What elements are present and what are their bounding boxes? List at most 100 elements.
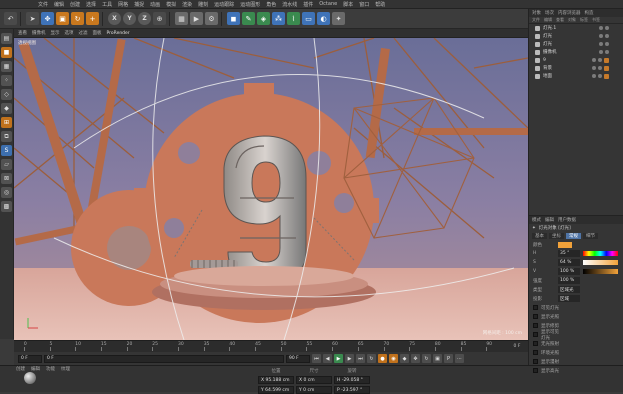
viewport-menu-item[interactable]: 面板: [93, 30, 102, 36]
checkbox[interactable]: [533, 323, 538, 328]
menu-item[interactable]: 工具: [102, 1, 112, 8]
object-manager-menu-item[interactable]: 标签: [580, 17, 588, 23]
material-tag-icon[interactable]: [604, 73, 609, 79]
render-view-icon[interactable]: ▦: [175, 12, 188, 25]
end-frame-field[interactable]: 90 F: [286, 354, 310, 363]
record-icon[interactable]: ●: [378, 354, 387, 363]
goto-start-icon[interactable]: ⏮: [312, 354, 321, 363]
attribute-value-field[interactable]: 64 %: [558, 259, 580, 266]
object-list-item[interactable]: 背景: [529, 64, 623, 72]
scale-tool-icon[interactable]: ▣: [56, 12, 69, 25]
camera-icon[interactable]: ◐: [317, 12, 330, 25]
visibility-dots[interactable]: [592, 65, 623, 71]
frame-range-slider[interactable]: 0 F: [44, 354, 284, 363]
z-axis-toggle[interactable]: Z: [138, 12, 151, 25]
attribute-value-field[interactable]: 区域: [558, 295, 580, 302]
checkbox[interactable]: [533, 368, 538, 373]
attribute-subtab[interactable]: 基本: [532, 233, 547, 239]
editor-visibility-dot[interactable]: [599, 26, 603, 30]
play-icon[interactable]: ▶: [334, 354, 343, 363]
workplane-icon[interactable]: S: [1, 145, 12, 156]
render-picture-icon[interactable]: ▶: [190, 12, 203, 25]
object-list-item[interactable]: 灯光: [529, 40, 623, 48]
start-frame-field[interactable]: 0 F: [18, 354, 42, 363]
checkbox[interactable]: [533, 359, 538, 364]
coordinate-field[interactable]: Y 64.599 cm: [258, 386, 294, 394]
checkbox[interactable]: [533, 350, 538, 355]
attribute-value-field[interactable]: 区域光: [558, 286, 580, 293]
edges-mode-icon[interactable]: ◇: [1, 89, 12, 100]
light-icon[interactable]: ✦: [332, 12, 345, 25]
grid-icon[interactable]: ▩: [1, 201, 12, 212]
scale-key-icon[interactable]: ▣: [433, 354, 442, 363]
keyframe-icon[interactable]: ◆: [400, 354, 409, 363]
object-manager-tab[interactable]: 构造: [585, 10, 594, 16]
position-key-icon[interactable]: ✥: [411, 354, 420, 363]
polygons-mode-icon[interactable]: ◆: [1, 103, 12, 114]
viewport-menu-item[interactable]: 选项: [65, 30, 74, 36]
menu-item[interactable]: 文件: [38, 1, 48, 8]
menu-item[interactable]: 渲染: [182, 1, 192, 8]
render-visibility-dot[interactable]: [605, 42, 609, 46]
object-list-item[interactable]: 摄像机: [529, 48, 623, 56]
model-mode-icon[interactable]: ■: [1, 47, 12, 58]
attribute-checkbox-row[interactable]: 显示高光: [529, 366, 623, 375]
timeline-settings-icon[interactable]: ⋯: [455, 354, 464, 363]
visibility-dots[interactable]: [592, 73, 623, 79]
attribute-value-field[interactable]: 35 °: [558, 250, 580, 257]
menu-item[interactable]: Octane: [319, 1, 337, 7]
material-tag-icon[interactable]: [604, 57, 609, 63]
coordinate-system-icon[interactable]: ⊕: [153, 12, 166, 25]
visibility-dots[interactable]: [592, 57, 623, 63]
render-visibility-dot[interactable]: [605, 34, 609, 38]
editor-visibility-dot[interactable]: [599, 50, 603, 54]
add-tool-icon[interactable]: +: [86, 12, 99, 25]
loop-icon[interactable]: ↻: [367, 354, 376, 363]
render-visibility-dot[interactable]: [598, 57, 602, 62]
axis-mode-icon[interactable]: ⊞: [1, 117, 12, 128]
attribute-value-field[interactable]: 100 %: [558, 277, 580, 284]
editor-visibility-dot[interactable]: [599, 42, 603, 46]
attribute-checkbox-row[interactable]: 显示光照: [529, 312, 623, 321]
object-list-item[interactable]: 灯光: [529, 32, 623, 40]
viewport[interactable]: 透视视图 网格间距 : 100 cm: [14, 38, 528, 340]
menu-item[interactable]: 流水线: [282, 1, 297, 8]
attribute-slider[interactable]: [583, 269, 618, 274]
attribute-subtab[interactable]: 坐标: [549, 233, 564, 239]
menu-item[interactable]: 编辑: [54, 1, 64, 8]
menu-item[interactable]: 运动图形: [240, 1, 260, 8]
param-key-icon[interactable]: P: [444, 354, 453, 363]
subdivision-icon[interactable]: ◈: [257, 12, 270, 25]
select-tool-icon[interactable]: ➤: [26, 12, 39, 25]
material-menu-item[interactable]: 编辑: [31, 366, 40, 372]
menu-item[interactable]: 窗口: [359, 1, 369, 8]
attribute-slider[interactable]: [583, 251, 618, 256]
visibility-dots[interactable]: [599, 50, 623, 54]
autokey-icon[interactable]: ◉: [389, 354, 398, 363]
rotation-key-icon[interactable]: ↻: [422, 354, 431, 363]
viewport-menu-item[interactable]: 查看: [18, 30, 27, 36]
attribute-tab[interactable]: 模式: [532, 217, 541, 223]
render-visibility-dot[interactable]: [598, 65, 602, 70]
coordinate-field[interactable]: Y 0 cm: [296, 386, 332, 394]
attribute-slider[interactable]: [583, 260, 618, 265]
viewport-menu-item[interactable]: 过滤: [79, 30, 88, 36]
make-editable-icon[interactable]: ▤: [1, 33, 12, 44]
attribute-checkbox-row[interactable]: 环境光照: [529, 348, 623, 357]
undo-icon[interactable]: ↶: [4, 12, 17, 25]
checkbox[interactable]: [533, 314, 538, 319]
viewport-menu-item[interactable]: 显示: [51, 30, 60, 36]
rotate-tool-icon[interactable]: ↻: [71, 12, 84, 25]
material-menu-item[interactable]: 创建: [16, 366, 25, 372]
object-manager-menu-item[interactable]: 文件: [532, 17, 540, 23]
object-manager-menu-item[interactable]: 书签: [592, 17, 600, 23]
attribute-checkbox-row[interactable]: 显示漫射: [529, 357, 623, 366]
y-axis-toggle[interactable]: Y: [123, 12, 136, 25]
editor-visibility-dot[interactable]: [592, 73, 596, 78]
object-manager-menu-item[interactable]: 编辑: [544, 17, 552, 23]
lock-icon[interactable]: ⊠: [1, 173, 12, 184]
material-preview-ball[interactable]: [24, 372, 36, 384]
move-tool-icon[interactable]: ✥: [41, 12, 54, 25]
points-mode-icon[interactable]: ⁘: [1, 75, 12, 86]
menu-item[interactable]: 网格: [118, 1, 128, 8]
